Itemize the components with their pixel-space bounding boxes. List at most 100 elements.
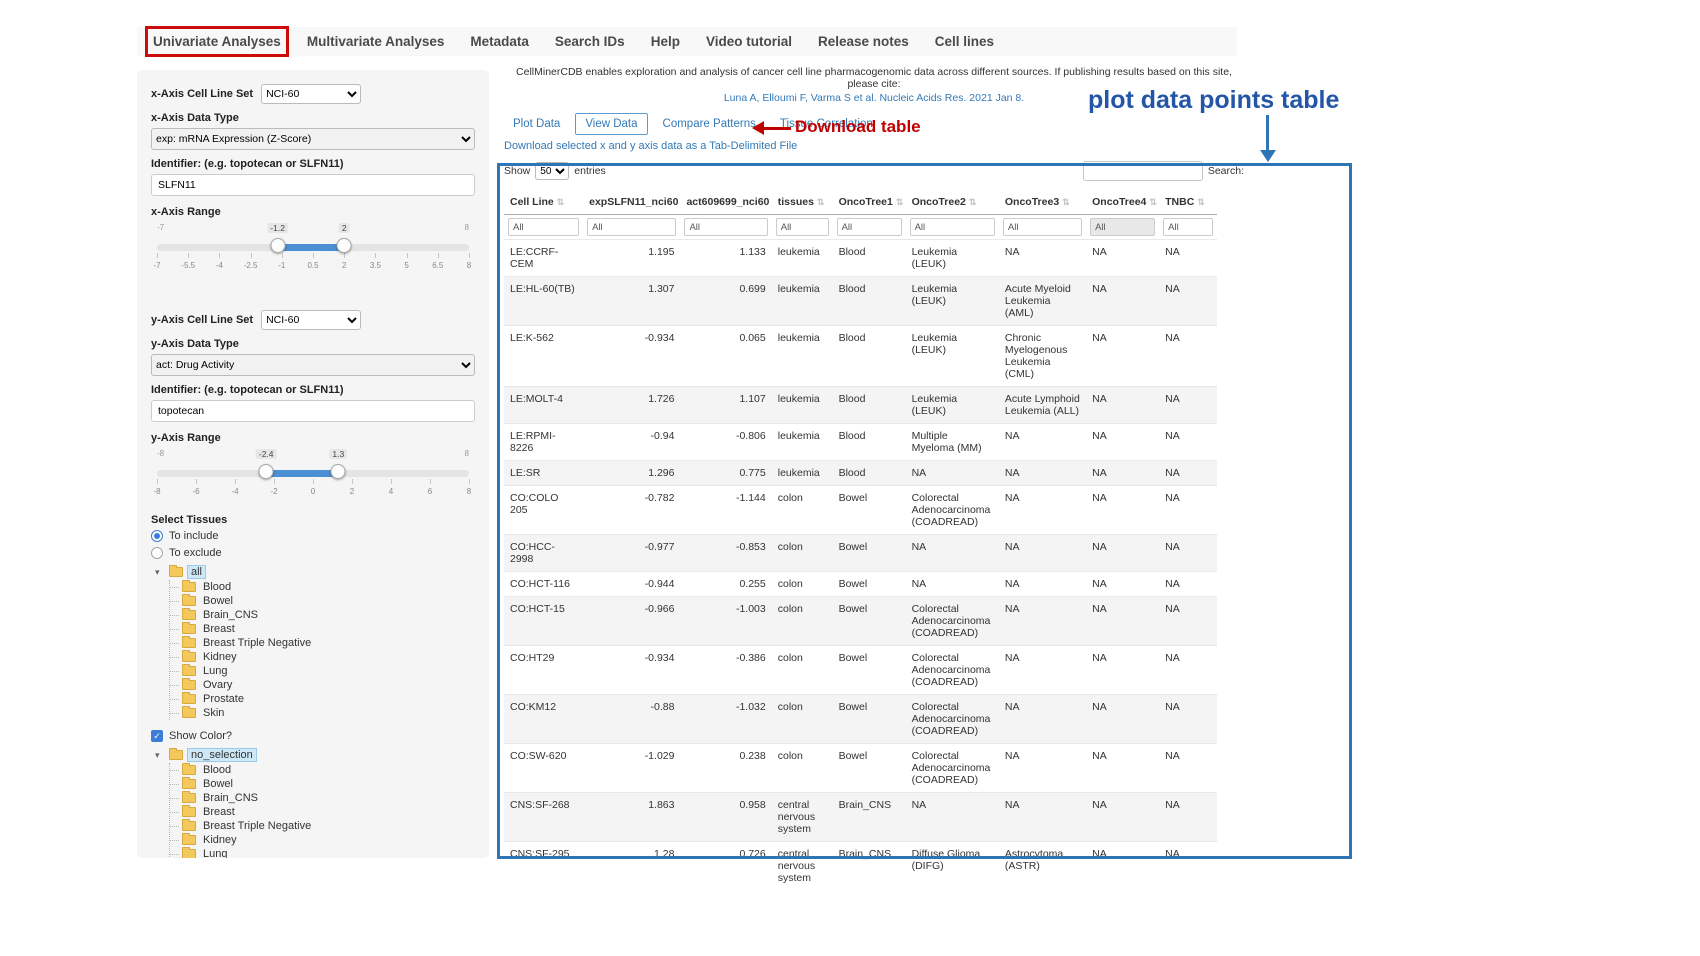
- column-header-cell-line[interactable]: Cell Line⇅: [504, 190, 583, 215]
- cell-cell-line: CO:KM12: [504, 695, 583, 744]
- cell-oncotree1: Blood: [833, 277, 906, 326]
- table-row[interactable]: CO:HCT-116-0.9440.255colonBowelNANANANA: [504, 572, 1217, 597]
- y-data-type-select[interactable]: act: Drug Activity: [151, 354, 475, 376]
- sort-icon[interactable]: ⇅: [557, 197, 565, 207]
- y-cell-line-set-select[interactable]: NCI-60: [261, 310, 361, 330]
- filter-input-cell-line[interactable]: [508, 218, 579, 236]
- filter-input-tnbc[interactable]: [1163, 218, 1213, 236]
- table-row[interactable]: CO:KM12-0.88-1.032colonBowelColorectal A…: [504, 695, 1217, 744]
- table-row[interactable]: LE:K-562-0.9340.065leukemiaBloodLeukemia…: [504, 326, 1217, 387]
- filter-input-oncotree4[interactable]: [1090, 218, 1155, 236]
- tree-item-blood[interactable]: Blood: [170, 763, 475, 777]
- sort-icon[interactable]: ⇅: [969, 197, 977, 207]
- column-header-tnbc[interactable]: TNBC⇅: [1159, 190, 1217, 215]
- tree-item-kidney[interactable]: Kidney: [170, 833, 475, 847]
- cell-cell-line: LE:CCRF-CEM: [504, 240, 583, 277]
- tree-root-label[interactable]: no_selection: [187, 748, 257, 762]
- nav-item-search-ids[interactable]: Search IDs: [555, 34, 625, 49]
- table-row[interactable]: CO:HT29-0.934-0.386colonBowelColorectal …: [504, 646, 1217, 695]
- table-row[interactable]: CO:SW-620-1.0290.238colonBowelColorectal…: [504, 744, 1217, 793]
- nav-item-metadata[interactable]: Metadata: [470, 34, 529, 49]
- tab-compare-patterns[interactable]: Compare Patterns: [654, 114, 765, 134]
- show-color-checkbox[interactable]: ✓ Show Color?: [151, 730, 475, 742]
- tree-item-bowel[interactable]: Bowel: [170, 777, 475, 791]
- x-cell-line-set-select[interactable]: NCI-60: [261, 84, 361, 104]
- tree-root-label[interactable]: all: [187, 565, 206, 579]
- folder-icon: [182, 638, 196, 648]
- tree-collapse-icon[interactable]: ▾: [155, 750, 165, 761]
- nav-item-video-tutorial[interactable]: Video tutorial: [706, 34, 792, 49]
- tree-item-brain-cns[interactable]: Brain_CNS: [170, 608, 475, 622]
- tab-view-data[interactable]: View Data: [575, 113, 647, 135]
- to-include-radio[interactable]: To include: [151, 530, 475, 542]
- sort-icon[interactable]: ⇅: [896, 197, 904, 207]
- tree-item-prostate[interactable]: Prostate: [170, 692, 475, 706]
- slider-handle-low[interactable]: [259, 464, 274, 479]
- table-row[interactable]: LE:RPMI-8226-0.94-0.806leukemiaBloodMult…: [504, 424, 1217, 461]
- entries-select[interactable]: 50: [535, 162, 569, 180]
- column-header-oncotree1[interactable]: OncoTree1⇅: [833, 190, 906, 215]
- table-row[interactable]: CO:HCT-15-0.966-1.003colonBowelColorecta…: [504, 597, 1217, 646]
- tab-plot-data[interactable]: Plot Data: [504, 114, 569, 134]
- column-header-tissues[interactable]: tissues⇅: [772, 190, 833, 215]
- filter-input-oncotree1[interactable]: [837, 218, 902, 236]
- slider-handle-high[interactable]: [331, 464, 346, 479]
- tree-item-lung[interactable]: Lung: [170, 664, 475, 678]
- cell-cell-line: CNS:SF-268: [504, 793, 583, 842]
- tree-item-breast[interactable]: Breast: [170, 805, 475, 819]
- table-row[interactable]: CNS:SF-2681.8630.958central nervous syst…: [504, 793, 1217, 842]
- table-row[interactable]: CO:HCC-2998-0.977-0.853colonBowelNANANAN…: [504, 535, 1217, 572]
- tree-item-bowel[interactable]: Bowel: [170, 594, 475, 608]
- cell-oncotree4: NA: [1086, 486, 1159, 535]
- search-input[interactable]: [1083, 161, 1203, 181]
- slider-handle-high[interactable]: [337, 238, 352, 253]
- x-axis-range-slider[interactable]: -78-1.22-7-5.5-4-2.5-10.523.556.58: [157, 222, 469, 278]
- table-row[interactable]: LE:HL-60(TB)1.3070.699leukemiaBloodLeuke…: [504, 277, 1217, 326]
- y-axis-range-slider[interactable]: -88-2.41.3-8-6-4-202468: [157, 448, 469, 504]
- sort-icon[interactable]: ⇅: [1197, 197, 1205, 207]
- tree-item-kidney[interactable]: Kidney: [170, 650, 475, 664]
- table-row[interactable]: CNS:SF-2951.280.726central nervous syste…: [504, 842, 1217, 891]
- nav-item-help[interactable]: Help: [651, 34, 680, 49]
- filter-input-oncotree3[interactable]: [1003, 218, 1082, 236]
- tree-item-ovary[interactable]: Ovary: [170, 678, 475, 692]
- tree-item-blood[interactable]: Blood: [170, 580, 475, 594]
- x-identifier-input[interactable]: [151, 174, 475, 196]
- download-data-link[interactable]: Download selected x and y axis data as a…: [504, 140, 797, 152]
- table-row[interactable]: LE:SR1.2960.775leukemiaBloodNANANANA: [504, 461, 1217, 486]
- cell-expslfn11-nci60: -0.934: [583, 326, 680, 387]
- to-exclude-radio[interactable]: To exclude: [151, 547, 475, 559]
- sort-icon[interactable]: ⇅: [1149, 197, 1157, 207]
- slider-handle-low[interactable]: [270, 238, 285, 253]
- tree-item-brain-cns[interactable]: Brain_CNS: [170, 791, 475, 805]
- y-identifier-input[interactable]: [151, 400, 475, 422]
- filter-input-act609699-nci60[interactable]: [684, 218, 767, 236]
- sort-icon[interactable]: ⇅: [1062, 197, 1070, 207]
- tree-collapse-icon[interactable]: ▾: [155, 567, 165, 578]
- tree-item-breast-triple-negative[interactable]: Breast Triple Negative: [170, 636, 475, 650]
- nav-item-cell-lines[interactable]: Cell lines: [935, 34, 994, 49]
- tree-item-breast[interactable]: Breast: [170, 622, 475, 636]
- column-header-oncotree2[interactable]: OncoTree2⇅: [906, 190, 999, 215]
- tree-item-skin[interactable]: Skin: [170, 706, 475, 720]
- table-row[interactable]: LE:CCRF-CEM1.1951.133leukemiaBloodLeukem…: [504, 240, 1217, 277]
- column-header-act609699-nci60[interactable]: act609699_nci60⇅: [680, 190, 771, 215]
- nav-item-release-notes[interactable]: Release notes: [818, 34, 909, 49]
- sort-icon[interactable]: ⇅: [817, 197, 825, 207]
- tree-item-label: Prostate: [200, 693, 247, 705]
- to-include-label: To include: [169, 530, 219, 542]
- nav-item-multivariate-analyses[interactable]: Multivariate Analyses: [307, 34, 445, 49]
- filter-input-oncotree2[interactable]: [910, 218, 995, 236]
- tree-item-breast-triple-negative[interactable]: Breast Triple Negative: [170, 819, 475, 833]
- table-row[interactable]: CO:COLO 205-0.782-1.144colonBowelColorec…: [504, 486, 1217, 535]
- filter-input-tissues[interactable]: [776, 218, 829, 236]
- nav-item-univariate-analyses[interactable]: Univariate Analyses: [153, 34, 281, 49]
- tree-item-lung[interactable]: Lung: [170, 847, 475, 858]
- x-data-type-select[interactable]: exp: mRNA Expression (Z-Score): [151, 128, 475, 150]
- column-header-label: tissues: [778, 196, 814, 208]
- column-header-oncotree4[interactable]: OncoTree4⇅: [1086, 190, 1159, 215]
- table-row[interactable]: LE:MOLT-41.7261.107leukemiaBloodLeukemia…: [504, 387, 1217, 424]
- column-header-oncotree3[interactable]: OncoTree3⇅: [999, 190, 1086, 215]
- filter-input-expslfn11-nci60[interactable]: [587, 218, 676, 236]
- column-header-expslfn11-nci60[interactable]: expSLFN11_nci60⇅: [583, 190, 680, 215]
